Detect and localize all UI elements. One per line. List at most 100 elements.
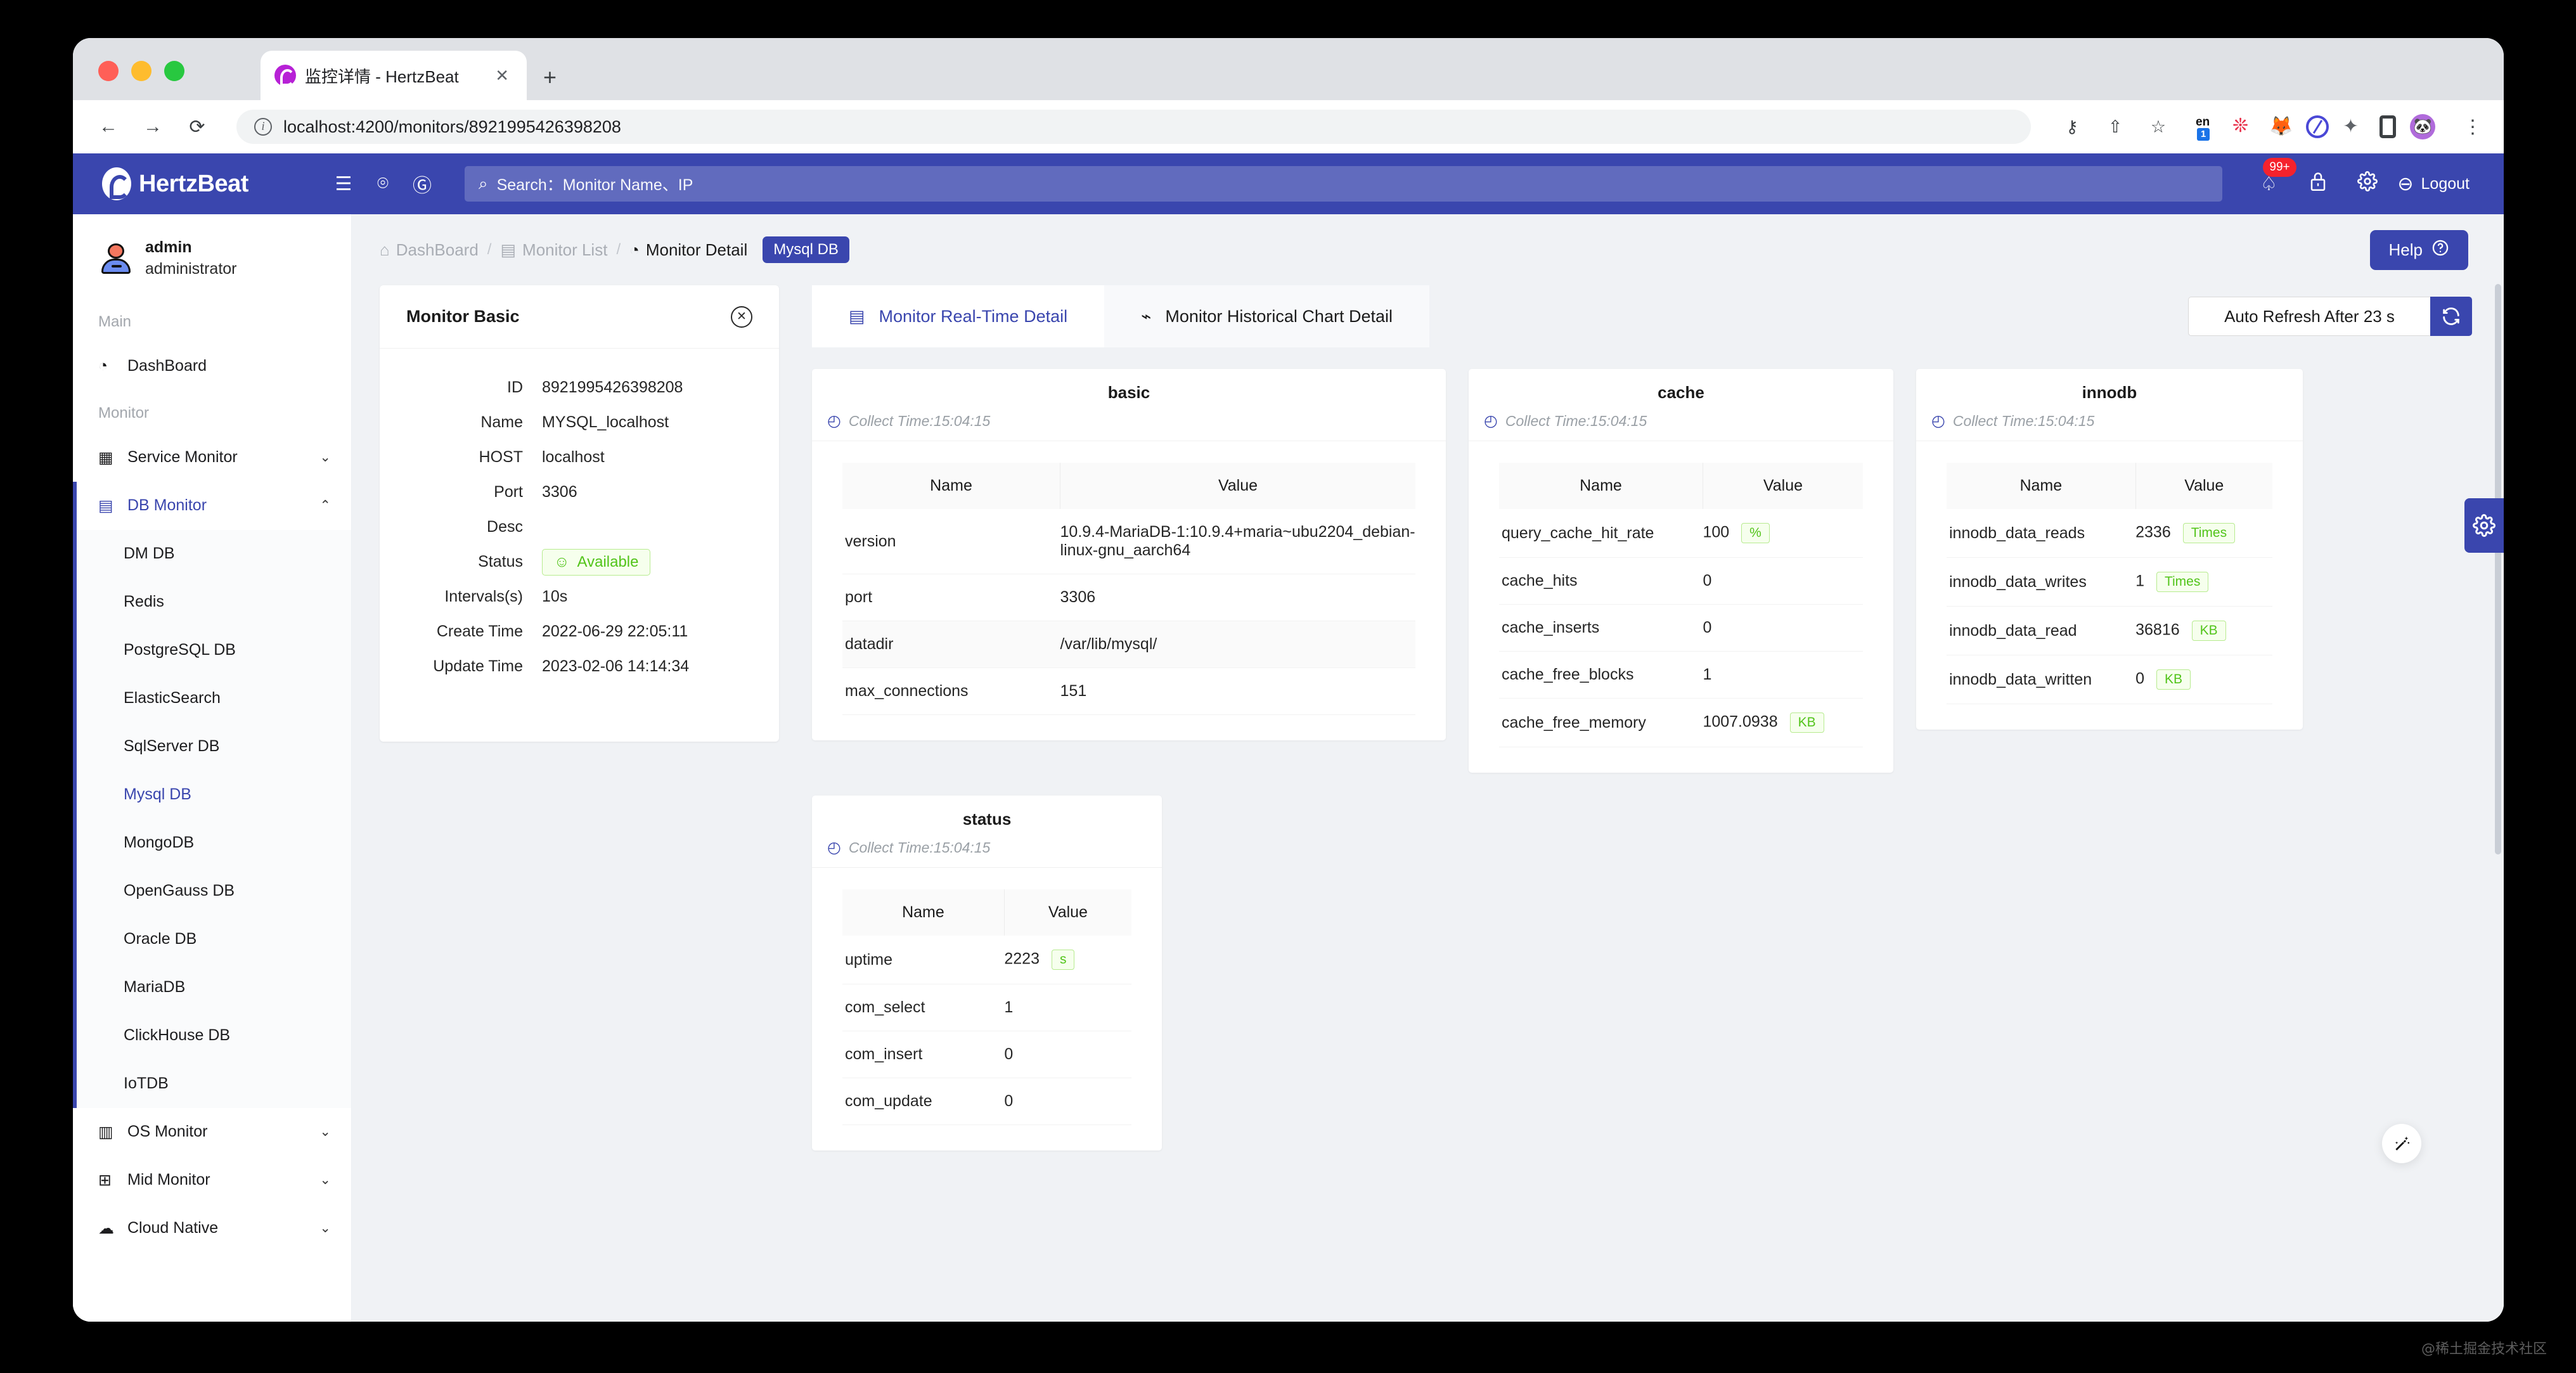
metric-name: com_update [842,1078,1005,1125]
table-row: innodb_data_read 36816 KB [1947,606,2272,655]
table-row: innodb_data_writes 1 Times [1947,557,2272,607]
sidebar-item-service-monitor[interactable]: ▦ Service Monitor ⌄ [73,434,351,482]
content-scrollbar[interactable] [2495,284,2501,854]
tab-monitor-real-time-detail[interactable]: ▤ Monitor Real-Time Detail [812,285,1105,347]
sidebar-item-label: OS Monitor [127,1123,208,1140]
panda-avatar-icon[interactable]: 🐼 [2410,114,2435,139]
auto-refresh-input[interactable]: Auto Refresh After 23 s [2188,297,2430,336]
reload-icon[interactable]: ⟳ [183,116,211,138]
metric-table: Name Value uptime 2223 s com_select 1 co… [842,889,1131,1125]
tab-label: Monitor Real-Time Detail [879,306,1068,326]
menu-fold-icon[interactable]: ☰ [324,173,363,195]
metric-card-status: status ◴ Collect Time:15:04:15 Name Valu… [812,796,1162,1151]
breadcrumb-monitor-list[interactable]: ▤ Monitor List [500,240,607,260]
global-search-input[interactable]: ⌕ Search：Monitor Name、IP [465,166,2223,202]
metric-value: 0 [1004,1031,1131,1078]
sidebar-item-elasticsearch[interactable]: ElasticSearch [77,674,351,723]
help-button[interactable]: Help [2369,229,2468,270]
back-icon[interactable]: ← [94,116,122,138]
browser-menu-icon[interactable]: ⋮ [2463,116,2482,138]
sidebar-item-cloud-native[interactable]: ☁ Cloud Native ⌄ [73,1204,351,1253]
sidebar-item-clickhouse-db[interactable]: ClickHouse DB [77,1012,351,1060]
metric-card-title: status [962,809,1012,828]
collect-time-text: Collect Time:15:04:15 [848,412,991,429]
ime-label: en [2196,115,2210,129]
logout-button[interactable]: ⊖ Logout [2397,173,2470,195]
tab-monitor-historical-chart-detail[interactable]: ⌁ Monitor Historical Chart Detail [1104,285,1429,347]
metamask-fox-icon[interactable]: 🦊 [2269,115,2293,138]
magic-wand-button[interactable] [2382,1124,2421,1163]
field-label: Update Time [433,657,523,675]
value-number: 0 [2135,669,2145,688]
sidebar-item-mysql-db[interactable]: Mysql DB [77,771,351,819]
metric-value: 1007.0938 KB [1703,698,1863,747]
table-row: datadir /var/lib/mysql/ [842,621,1415,668]
metric-table: Name Value query_cache_hit_rate 100 % ca… [1499,463,1863,747]
value-unit: KB [2156,669,2191,690]
theme-settings-button[interactable] [2464,498,2504,553]
sidebar-item-opengauss-db[interactable]: OpenGauss DB [77,867,351,915]
metric-value: 1 [1004,984,1131,1031]
bookmark-star-icon[interactable]: ☆ [2145,117,2172,137]
monitor-basic-list: ID 8921995426398208 Name MYSQL_localhost… [380,349,779,684]
sidebar-item-oracle-db[interactable]: Oracle DB [77,915,351,964]
notification-bell-icon[interactable]: ♤ 99+ [2244,157,2296,195]
settings-gear-icon[interactable] [2343,171,2392,197]
monitor-basic-title: Monitor Basic [406,307,520,326]
password-key-icon[interactable]: ⚷ [2059,117,2085,137]
sidebar-item-mid-monitor[interactable]: ⊞ Mid Monitor ⌄ [73,1156,351,1204]
sidebar-item-mongodb[interactable]: MongoDB [77,819,351,867]
table-row: cache_inserts 0 [1499,604,1863,652]
sidebar-item-dm-db[interactable]: DM DB [77,530,351,578]
maximize-window-button[interactable] [164,61,184,81]
breadcrumb-separator: / [616,241,621,258]
gitee-icon[interactable]: Ⓖ [402,170,442,198]
close-icon[interactable]: ✕ [731,306,752,328]
github-icon[interactable]: ⌾ [363,173,402,195]
metric-card-title: innodb [2082,383,2137,402]
metric-value: 0 [1703,604,1863,652]
ime-icon[interactable]: en 1 [2196,115,2219,141]
metric-value: 2336 Times [2135,509,2272,558]
circle-slash-icon[interactable] [2306,115,2329,138]
site-info-icon[interactable]: i [254,118,272,136]
refresh-button[interactable] [2430,297,2472,336]
clock-icon: ◴ [827,412,841,430]
lock-icon[interactable] [2293,171,2343,197]
minimize-window-button[interactable] [131,61,151,81]
sidebar-item-db-monitor[interactable]: ▤ DB Monitor ⌃ [73,481,351,530]
metric-card-basic: basic ◴ Collect Time:15:04:15 Name Value… [812,369,1446,740]
url-input[interactable]: i localhost:4200/monitors/89219954263982… [236,110,2031,144]
app-logo[interactable]: HertzBeat [102,167,324,200]
metric-name: max_connections [842,667,1060,715]
metric-value: 100 % [1703,509,1863,558]
window-traffic-lights [98,61,184,81]
column-header-name: Name [842,463,1060,509]
puzzle-icon[interactable]: ✦ [2343,115,2366,138]
grid-icon: ▦ [98,448,113,467]
metric-table: Name Value innodb_data_reads 2336 Times … [1947,463,2272,704]
share-icon[interactable]: ⇧ [2102,117,2128,137]
sidebar-item-sqlserver-db[interactable]: SqlServer DB [77,723,351,771]
sidebar-item-os-monitor[interactable]: ▥ OS Monitor ⌄ [73,1108,351,1156]
breadcrumb-dashboard[interactable]: ⌂ DashBoard [380,240,479,260]
watermark: @稀土掘金技术社区 [2421,1341,2547,1357]
sidebar-item-iotdb[interactable]: IoTDB [77,1060,351,1108]
browser-tab[interactable]: 监控详情 - HertzBeat ✕ [261,51,527,100]
sidebar-item-redis[interactable]: Redis [77,578,351,626]
metric-card-cache: cache ◴ Collect Time:15:04:15 Name Value… [1469,369,1893,773]
close-window-button[interactable] [98,61,119,81]
metric-value: 151 [1060,667,1415,715]
sidebar-item-mariadb[interactable]: MariaDB [77,964,351,1012]
dots-icon[interactable]: ❊ [2232,115,2255,138]
new-tab-button[interactable]: + [543,66,557,89]
forward-icon[interactable]: → [139,116,167,138]
value-number: 100 [1703,523,1730,541]
sidebar-item-dashboard[interactable]: ◔ DashBoard [73,342,351,390]
table-row: cache_free_memory 1007.0938 KB [1499,698,1863,747]
sidebar-user-block[interactable]: admin administrator [73,214,351,299]
close-tab-icon[interactable]: ✕ [491,66,513,86]
phone-icon[interactable] [2380,115,2396,138]
metric-name: innodb_data_written [1947,655,2136,704]
sidebar-item-postgresql-db[interactable]: PostgreSQL DB [77,626,351,674]
